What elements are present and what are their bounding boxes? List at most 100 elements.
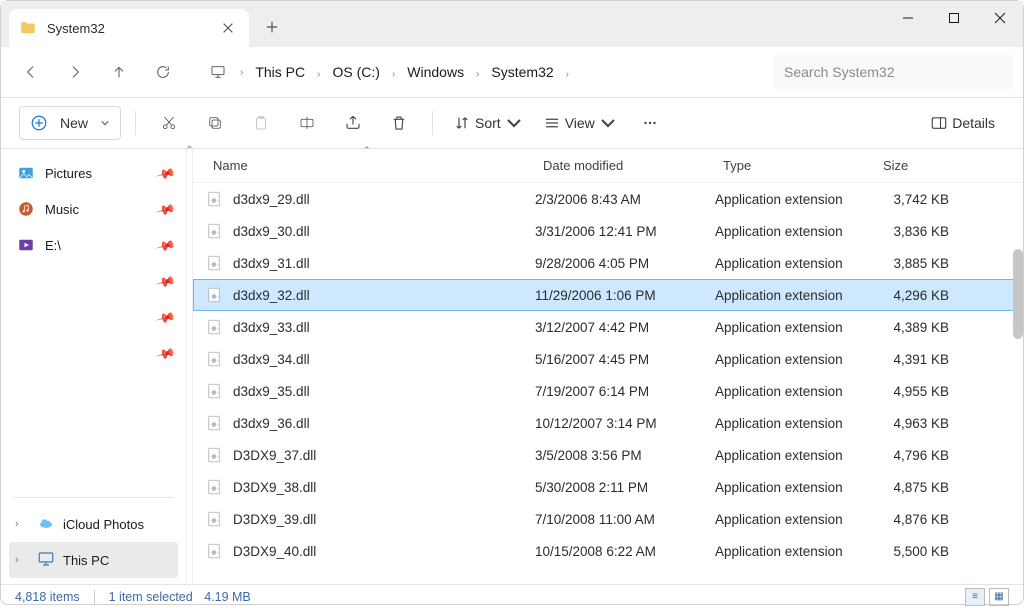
sidebar: Pictures📌Music📌E:\📌 📌 📌 📌 ›iCloud Photos›T… (1, 149, 187, 584)
file-date: 3/31/2006 12:41 PM (527, 224, 707, 239)
close-tab-icon[interactable] (221, 21, 235, 35)
forward-button[interactable] (55, 54, 95, 90)
table-row[interactable]: D3DX9_40.dll10/15/2008 6:22 AMApplicatio… (193, 535, 1023, 567)
refresh-button[interactable] (143, 54, 183, 90)
thumbnail-view-button[interactable]: ▦ (989, 588, 1009, 606)
header-size[interactable]: Size (875, 158, 965, 173)
close-window-button[interactable] (977, 1, 1023, 35)
sidebar-item-pinned[interactable]: 📌 (9, 263, 178, 299)
details-pane-button[interactable]: Details (924, 106, 1005, 140)
sidebar-tree-item[interactable]: ›This PC (9, 542, 178, 578)
file-dll-icon (205, 446, 223, 464)
pin-icon: 📌 (155, 307, 173, 327)
maximize-button[interactable] (931, 1, 977, 35)
file-name: d3dx9_30.dll (233, 224, 310, 239)
new-label: New (60, 115, 88, 131)
breadcrumb-segment[interactable]: This PC (249, 60, 311, 84)
sidebar-separator (13, 497, 174, 498)
search-input[interactable] (784, 64, 1002, 80)
file-type: Application extension (707, 256, 867, 271)
sidebar-item[interactable]: Pictures📌 (9, 155, 178, 191)
file-type: Application extension (707, 416, 867, 431)
view-button[interactable]: View (537, 106, 623, 140)
status-bar: 4,818 items 1 item selected 4.19 MB ≡ ▦ (1, 584, 1023, 608)
table-row[interactable]: d3dx9_29.dll2/3/2006 8:43 AMApplication … (193, 183, 1023, 215)
breadcrumb-segment[interactable]: System32 (485, 60, 559, 84)
sort-label: Sort (475, 115, 501, 131)
window-tab[interactable]: System32 (9, 9, 249, 47)
sidebar-item-pinned[interactable]: 📌 (9, 299, 178, 335)
chevron-down-icon (505, 114, 523, 132)
file-date: 3/5/2008 3:56 PM (527, 448, 707, 463)
selection-size: 4.19 MB (204, 590, 251, 604)
file-date: 9/28/2006 4:05 PM (527, 256, 707, 271)
sidebar-item-label: E:\ (45, 238, 61, 253)
details-label: Details (952, 115, 995, 131)
up-button[interactable] (99, 54, 139, 90)
breadcrumb-segment[interactable]: Windows (401, 60, 470, 84)
cut-button[interactable] (150, 106, 188, 140)
file-size: 4,955 KB (867, 384, 957, 399)
table-row[interactable]: D3DX9_37.dll3/5/2008 3:56 PMApplication … (193, 439, 1023, 471)
ellipsis-icon (641, 114, 659, 132)
sidebar-tree-item[interactable]: ›iCloud Photos (9, 506, 178, 542)
file-size: 4,389 KB (867, 320, 957, 335)
table-row[interactable]: d3dx9_31.dll 9/28/2006 4:05 PMApplication… (193, 247, 1023, 279)
share-button[interactable] (334, 106, 372, 140)
details-view-button[interactable]: ≡ (965, 588, 985, 606)
file-type: Application extension (707, 224, 867, 239)
delete-button[interactable] (380, 106, 418, 140)
sidebar-item[interactable]: E:\📌 (9, 227, 178, 263)
breadcrumb-segment[interactable]: OS (C:) (326, 60, 385, 84)
pin-icon: 📌 (155, 343, 173, 363)
chevron-right-icon[interactable]: › (15, 554, 29, 566)
header-type[interactable]: Type (715, 158, 875, 173)
header-name[interactable]: Name (205, 158, 535, 173)
copy-button[interactable] (196, 106, 234, 140)
file-name: d3dx9_32.dll (233, 288, 310, 303)
file-type: Application extension (707, 448, 867, 463)
file-date: 10/12/2007 3:14 PM (527, 416, 707, 431)
paste-button[interactable] (242, 106, 280, 140)
icloud-icon (37, 514, 55, 535)
file-type: Application extension (707, 512, 867, 527)
file-dll-icon (205, 318, 223, 336)
table-row[interactable]: d3dx9_33.dll3/12/2007 4:42 PMApplication… (193, 311, 1023, 343)
file-type: Application extension (707, 320, 867, 335)
table-row[interactable]: d3dx9_35.dll7/19/2007 6:14 PMApplication… (193, 375, 1023, 407)
new-tab-button[interactable] (255, 11, 289, 43)
search-box[interactable] (773, 55, 1013, 89)
table-row[interactable]: D3DX9_39.dll7/10/2008 11:00 AMApplicatio… (193, 503, 1023, 535)
file-name: d3dx9_31.dll (233, 256, 310, 271)
chevron-right-icon[interactable]: › (15, 518, 29, 530)
table-row[interactable]: d3dx9_36.dll10/12/2007 3:14 PMApplicatio… (193, 407, 1023, 439)
file-dll-icon (205, 414, 223, 432)
minimize-button[interactable] (885, 1, 931, 35)
sidebar-item-pinned[interactable]: 📌 (9, 335, 178, 371)
header-date[interactable]: Date modified (535, 158, 715, 173)
view-icon (543, 114, 561, 132)
file-size: 5,500 KB (867, 544, 957, 559)
column-headers[interactable]: ⌃ Name Date modified Type Size (193, 149, 1023, 183)
new-button[interactable]: New (19, 106, 121, 140)
chevron-right-icon: › (470, 69, 485, 80)
file-type: Application extension (707, 288, 867, 303)
file-dll-icon (205, 254, 223, 272)
table-row[interactable]: d3dx9_30.dll 3/31/2006 12:41 PMApplicatio… (193, 215, 1023, 247)
table-row[interactable]: d3dx9_34.dll5/16/2007 4:45 PMApplication… (193, 343, 1023, 375)
sidebar-item[interactable]: Music📌 (9, 191, 178, 227)
file-dll-icon (205, 382, 223, 400)
breadcrumb[interactable]: › This PC›OS (C:)›Windows›System32› (195, 55, 761, 89)
separator (135, 111, 136, 135)
back-button[interactable] (11, 54, 51, 90)
sort-button[interactable]: Sort (447, 106, 529, 140)
more-button[interactable] (631, 106, 669, 140)
table-row[interactable]: d3dx9_32.dll11/29/2006 1:06 PMApplicatio… (193, 279, 1023, 311)
item-count: 4,818 items (15, 590, 80, 604)
file-list: ⌃ Name Date modified Type Size d3dx9_29.… (193, 149, 1023, 584)
table-row[interactable]: D3DX9_38.dll5/30/2008 2:11 PMApplication… (193, 471, 1023, 503)
plus-icon (265, 20, 279, 34)
rename-button[interactable] (288, 106, 326, 140)
file-dll-icon (205, 510, 223, 528)
scrollbar[interactable] (1013, 249, 1023, 339)
